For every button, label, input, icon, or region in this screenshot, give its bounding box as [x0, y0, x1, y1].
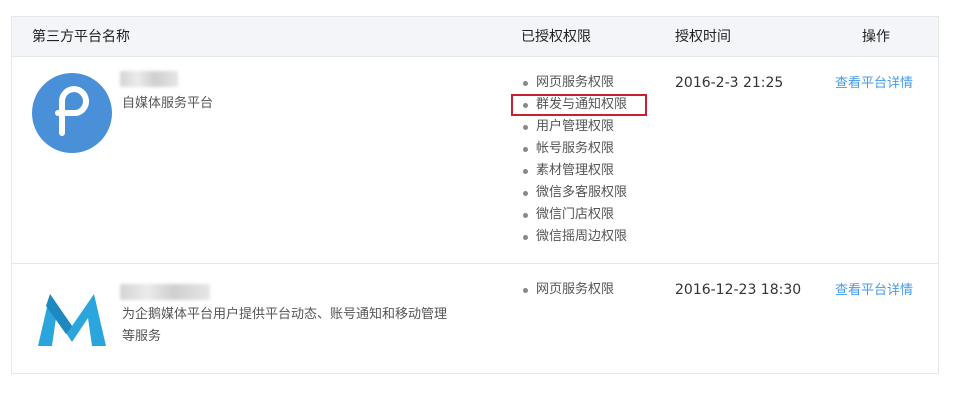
header-permissions: 已授权权限 [521, 29, 591, 45]
authorization-time: 2016-2-3 21:25 [675, 75, 784, 91]
permission-item: 微信多客服权限 [521, 182, 627, 204]
p-circle-logo-icon [32, 73, 112, 153]
platform-description: 为企鹅媒体平台用户提供平台动态、账号通知和移动管理 等服务 [122, 304, 482, 348]
table-row: 为企鹅媒体平台用户提供平台动态、账号通知和移动管理 等服务 网页服务权限 201… [12, 264, 938, 374]
header-time: 授权时间 [675, 29, 731, 45]
platform-name-blurred [120, 71, 178, 87]
header-action: 操作 [862, 29, 890, 45]
authorization-time: 2016-12-23 18:30 [675, 282, 802, 298]
permission-item: 微信摇周边权限 [521, 226, 627, 248]
permission-item: 素材管理权限 [521, 160, 627, 182]
description-line: 等服务 [122, 329, 162, 344]
authorized-platforms-table: 第三方平台名称 已授权权限 授权时间 操作 自媒体服务平台 网页服务权限 群发与… [11, 16, 939, 374]
permission-item: 网页服务权限 [521, 72, 627, 94]
highlight-annotation-box [511, 94, 647, 116]
permission-item: 帐号服务权限 [521, 138, 627, 160]
permission-list: 网页服务权限 [521, 279, 614, 301]
header-platform-name: 第三方平台名称 [32, 29, 130, 45]
table-row: 自媒体服务平台 网页服务权限 群发与通知权限 用户管理权限 帐号服务权限 素材管… [12, 57, 938, 264]
view-platform-details-link[interactable]: 查看平台详情 [835, 75, 913, 93]
permission-item: 微信门店权限 [521, 204, 627, 226]
m-logo-icon [38, 294, 106, 346]
platform-description: 自媒体服务平台 [122, 96, 214, 111]
permission-item: 网页服务权限 [521, 279, 614, 301]
description-line: 为企鹅媒体平台用户提供平台动态、账号通知和移动管理 [122, 307, 448, 322]
table-header: 第三方平台名称 已授权权限 授权时间 操作 [12, 17, 938, 57]
view-platform-details-link[interactable]: 查看平台详情 [835, 282, 913, 300]
permission-item: 用户管理权限 [521, 116, 627, 138]
platform-name-blurred [120, 284, 210, 300]
